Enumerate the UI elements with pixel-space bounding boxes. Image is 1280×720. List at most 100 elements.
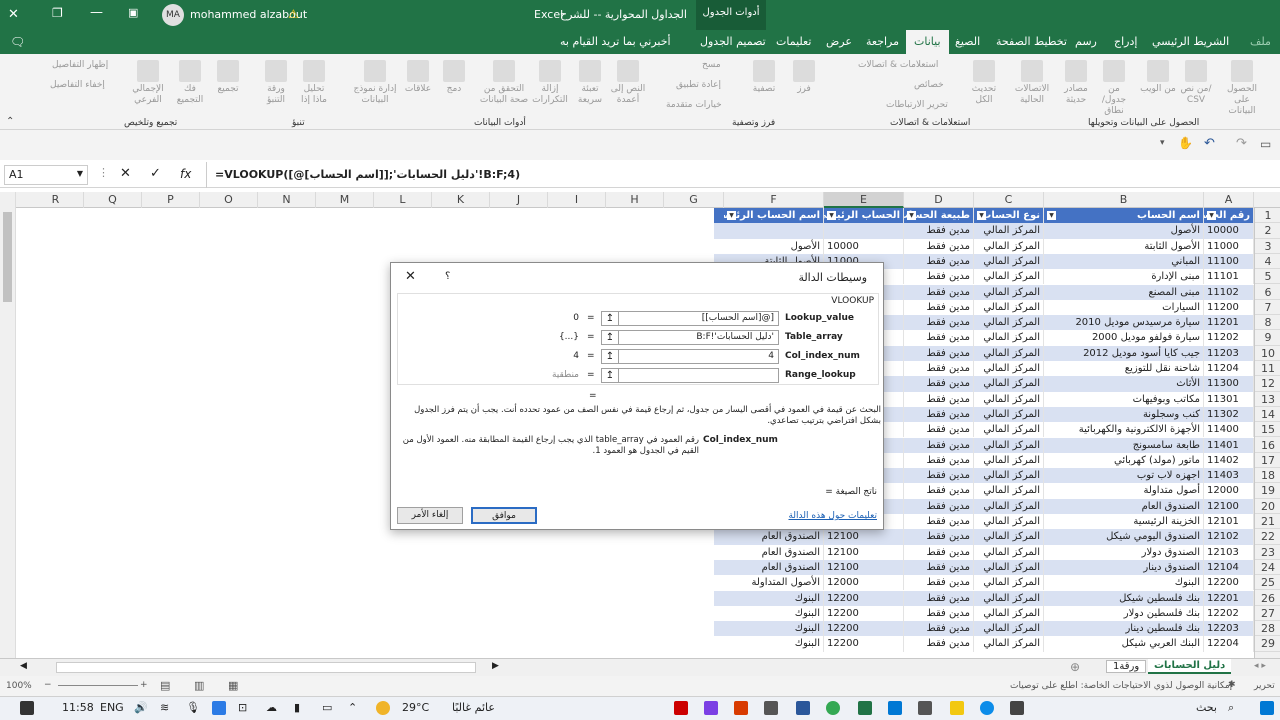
- table-cell[interactable]: طابعة سامسونج: [1044, 437, 1204, 453]
- collapse-dialog-icon[interactable]: ↥: [601, 349, 619, 364]
- table-cell[interactable]: الأصول: [724, 238, 824, 254]
- table-cell[interactable]: البنوك: [724, 605, 824, 622]
- advanced-button[interactable]: خيارات متقدمة: [666, 100, 722, 110]
- table-cell[interactable]: الصندوق العام: [724, 529, 824, 545]
- table-cell[interactable]: مدين فقط: [904, 514, 974, 530]
- table-cell[interactable]: 11102: [1204, 284, 1254, 300]
- meet-icon[interactable]: [212, 701, 226, 715]
- customize-qat-icon[interactable]: ▾: [1160, 138, 1165, 148]
- table-cell[interactable]: 11402: [1204, 452, 1254, 469]
- table-cell[interactable]: 12100: [824, 559, 904, 576]
- powerpoint-icon[interactable]: [734, 701, 748, 715]
- table-cell[interactable]: المركز المالي: [974, 498, 1044, 514]
- table-cell[interactable]: مدين فقط: [904, 605, 974, 622]
- help-icon[interactable]: ؟: [445, 271, 450, 282]
- filter-dropdown-icon[interactable]: ▼: [977, 211, 986, 220]
- table-cell[interactable]: ماتور (مولد) كهربائي: [1044, 452, 1204, 469]
- table-cell[interactable]: الصندوق العام: [724, 544, 824, 560]
- column-header-j[interactable]: J: [490, 192, 548, 208]
- clock[interactable]: 11:58: [62, 701, 94, 714]
- name-box[interactable]: A1 ▼: [4, 165, 88, 185]
- table-cell[interactable]: 12200: [824, 590, 904, 606]
- column-header-o[interactable]: O: [200, 192, 258, 208]
- table-cell[interactable]: المركز المالي: [974, 452, 1044, 469]
- excel-icon[interactable]: [858, 701, 872, 715]
- table-header-cell[interactable]: اسم الحساب الرئيسي: [724, 208, 824, 224]
- tab-view[interactable]: عرض: [826, 35, 852, 48]
- table-cell[interactable]: البنوك: [724, 590, 824, 606]
- insert-function-icon[interactable]: fx: [180, 167, 191, 181]
- table-cell[interactable]: 11100: [1204, 253, 1254, 270]
- row-header[interactable]: 9: [1255, 330, 1280, 346]
- restore-icon[interactable]: ❐: [52, 6, 63, 20]
- filter-dropdown-icon[interactable]: ▼: [727, 211, 736, 220]
- column-header-q[interactable]: Q: [84, 192, 142, 208]
- cancel-entry-icon[interactable]: ✕: [120, 166, 131, 181]
- table-cell[interactable]: الصندوق العام: [724, 559, 824, 576]
- start-icon[interactable]: [1260, 701, 1274, 715]
- word-icon[interactable]: [796, 701, 810, 715]
- close-icon[interactable]: ✕: [8, 7, 19, 22]
- table-cell[interactable]: مبنى المصنع: [1044, 284, 1204, 300]
- tab-data[interactable]: بيانات: [906, 30, 949, 54]
- table-cell[interactable]: المركز المالي: [974, 544, 1044, 560]
- undo-icon[interactable]: ↶: [1204, 136, 1215, 151]
- table-cell[interactable]: 11301: [1204, 391, 1254, 407]
- volume-icon[interactable]: 🔊: [134, 701, 148, 714]
- table-cell[interactable]: 12000: [1204, 483, 1254, 499]
- table-cell[interactable]: 12200: [824, 605, 904, 622]
- zoom-level[interactable]: 100%: [6, 681, 32, 691]
- help-link[interactable]: تعليمات حول هذه الدالة: [788, 511, 877, 521]
- row-header[interactable]: 28: [1255, 621, 1280, 637]
- column-header-f[interactable]: F: [724, 192, 824, 208]
- table-cell[interactable]: المركز المالي: [974, 330, 1044, 346]
- table-cell[interactable]: مدين فقط: [904, 345, 974, 361]
- chevron-down-icon[interactable]: ▼: [77, 169, 83, 178]
- table-cell[interactable]: مدين فقط: [904, 391, 974, 407]
- text-to-columns-button[interactable]: النص إلى أعمدة: [610, 60, 646, 106]
- table-cell[interactable]: المركز المالي: [974, 238, 1044, 254]
- table-cell[interactable]: مدين فقط: [904, 361, 974, 377]
- table-cell[interactable]: كنب وسجلونة: [1044, 406, 1204, 423]
- media-app-icon[interactable]: [674, 701, 688, 715]
- table-cell[interactable]: المركز المالي: [974, 437, 1044, 453]
- table-cell[interactable]: مدين فقط: [904, 238, 974, 254]
- table-cell[interactable]: المركز المالي: [974, 605, 1044, 622]
- table-cell[interactable]: 12000: [824, 575, 904, 591]
- row-header[interactable]: 14: [1255, 407, 1280, 423]
- remove-duplicates-button[interactable]: إزالة التكرارات: [532, 60, 568, 106]
- reapply-button[interactable]: إعادة تطبيق: [676, 80, 721, 90]
- row-header[interactable]: 27: [1255, 606, 1280, 622]
- table-header-cell[interactable]: اسم الحساب: [1044, 208, 1204, 224]
- consolidate-button[interactable]: دمج: [436, 60, 472, 95]
- table-cell[interactable]: المركز المالي: [974, 299, 1044, 316]
- table-cell[interactable]: مدين فقط: [904, 483, 974, 499]
- zoom-out-icon[interactable]: −: [44, 680, 52, 690]
- temperature[interactable]: 29°C: [402, 701, 429, 714]
- table-cell[interactable]: [824, 223, 904, 239]
- show-hidden-icon[interactable]: ⌃: [348, 701, 357, 714]
- table-cell[interactable]: المركز المالي: [974, 468, 1044, 484]
- display-icon[interactable]: ▭: [322, 701, 332, 714]
- row-header[interactable]: 10: [1255, 346, 1280, 361]
- table-cell[interactable]: مدين فقط: [904, 452, 974, 469]
- tab-draw[interactable]: رسم: [1075, 35, 1097, 48]
- subtotal-button[interactable]: الإجمالي الفرعي: [128, 60, 168, 106]
- arg-input-range_lookup[interactable]: [607, 368, 779, 383]
- table-cell[interactable]: المركز المالي: [974, 514, 1044, 530]
- table-cell[interactable]: بنك فلسطين دولار: [1044, 605, 1204, 622]
- show-detail-button[interactable]: إظهار التفاصيل: [52, 60, 108, 70]
- sheet-nav-icon[interactable]: ◂ ▸: [1254, 661, 1266, 671]
- column-header-a[interactable]: A: [1204, 192, 1254, 208]
- table-cell[interactable]: 10000: [1204, 223, 1254, 239]
- sheet-tab-sheet1[interactable]: ورقة1: [1106, 660, 1147, 673]
- table-cell[interactable]: 11101: [1204, 269, 1254, 285]
- row-header[interactable]: 11: [1255, 361, 1280, 377]
- table-cell[interactable]: سيارة مرسيدس موديل 2010: [1044, 315, 1204, 331]
- row-header[interactable]: 26: [1255, 591, 1280, 606]
- edit-links-button[interactable]: تحرير الارتباطات: [886, 100, 948, 110]
- scroll-right-icon[interactable]: ▶: [492, 661, 499, 671]
- mic-icon[interactable]: 🎙: [186, 701, 200, 714]
- table-cell[interactable]: مبنى الإدارة: [1044, 269, 1204, 285]
- table-cell[interactable]: 12200: [1204, 575, 1254, 591]
